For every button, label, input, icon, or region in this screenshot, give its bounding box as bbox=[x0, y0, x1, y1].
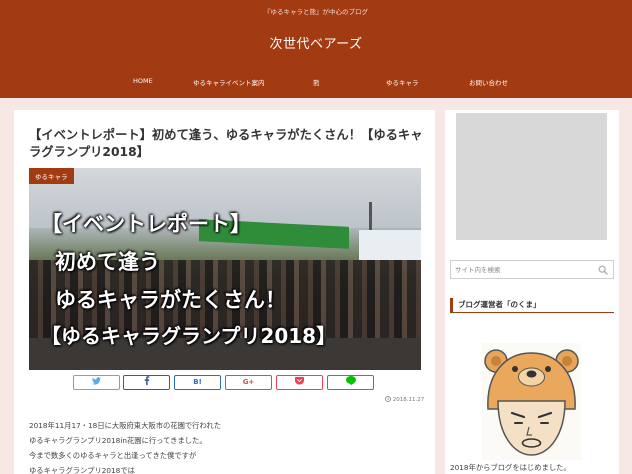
share-facebook-button[interactable] bbox=[123, 375, 170, 390]
hero-tent-white bbox=[359, 230, 421, 260]
hero-text-line-2: 初めて逢う bbox=[55, 250, 160, 274]
line-icon bbox=[345, 376, 356, 386]
search-icon[interactable] bbox=[598, 265, 608, 275]
twitter-icon bbox=[92, 377, 101, 385]
google-plus-icon: G+ bbox=[242, 378, 255, 386]
global-nav: HOME ゆるキャライベント案内 熊 ゆるキャラ お問い合わせ bbox=[0, 77, 632, 89]
share-twitter-button[interactable] bbox=[73, 375, 120, 390]
post-body-line: ゆるキャラグランプリ2018in花園に行ってきました。 bbox=[29, 436, 207, 445]
hero-text-line-1: 【イベントレポート】 bbox=[41, 212, 251, 236]
facebook-icon bbox=[144, 376, 149, 385]
category-badge[interactable]: ゆるキャラ bbox=[29, 168, 74, 184]
post-date: 2018.11.27 bbox=[385, 396, 424, 403]
profile-text: 2018年からブログをはじめました。 bbox=[450, 463, 571, 472]
share-line-button[interactable] bbox=[327, 375, 374, 390]
share-google-plus-button[interactable]: G+ bbox=[225, 375, 272, 390]
nav-item-yurukyara[interactable]: ゆるキャラ bbox=[386, 77, 419, 87]
ad-placeholder[interactable] bbox=[456, 113, 607, 240]
hatena-icon: B! bbox=[193, 378, 202, 386]
hero-text-line-4: 【ゆるキャラグランプリ2018】 bbox=[41, 324, 337, 348]
post-body: 2018年11月17・18日に大阪府東大阪市の花園で行われた ゆるキャラグランプ… bbox=[29, 418, 424, 474]
article-card: 【イベントレポート】初めて逢う、ゆるキャラがたくさん！【ゆるキャラグランプリ20… bbox=[14, 110, 435, 474]
post-body-line: 2018年11月17・18日に大阪府東大阪市の花園で行われた bbox=[29, 421, 221, 430]
post-title: 【イベントレポート】初めて逢う、ゆるキャラがたくさん！【ゆるキャラグランプリ20… bbox=[29, 128, 423, 159]
site-header: 『ゆるキャラと熊』が中心のブログ 次世代ベアーズ HOME ゆるキャライベント案… bbox=[0, 0, 632, 98]
hero-image[interactable]: ゆるキャラ 【イベントレポート】 初めて逢う ゆるキャラがたくさん！ 【ゆるキャ… bbox=[29, 168, 421, 370]
profile-widget-title: ブログ運営者「のくま」 bbox=[450, 298, 614, 313]
site-tagline: 『ゆるキャラと熊』が中心のブログ bbox=[264, 8, 368, 16]
nav-item-events[interactable]: ゆるキャライベント案内 bbox=[193, 77, 265, 87]
post-body-line: ゆるキャラグランプリ2018では bbox=[29, 466, 135, 474]
nav-item-bear[interactable]: 熊 bbox=[313, 77, 320, 87]
share-pocket-button[interactable] bbox=[276, 375, 323, 390]
nav-item-contact[interactable]: お問い合わせ bbox=[469, 77, 508, 87]
search-box bbox=[450, 260, 614, 279]
bear-hat-avatar-icon bbox=[482, 343, 581, 460]
share-hatena-button[interactable]: B! bbox=[174, 375, 221, 390]
site-title[interactable]: 次世代ベアーズ bbox=[0, 33, 632, 52]
sidebar: ブログ運営者「のくま」 2018年からブログをはじめました。 bbox=[445, 110, 619, 474]
search-input[interactable] bbox=[455, 263, 585, 277]
post-body-line: 今まで数多くのゆるキャラと出逢ってきた僕ですが bbox=[29, 451, 197, 460]
avatar bbox=[482, 343, 581, 460]
clock-icon bbox=[385, 396, 391, 402]
hero-text-line-3: ゆるキャラがたくさん！ bbox=[55, 288, 286, 312]
post-date-text: 2018.11.27 bbox=[392, 397, 425, 403]
pocket-icon bbox=[295, 376, 304, 385]
nav-item-home[interactable]: HOME bbox=[133, 77, 153, 85]
